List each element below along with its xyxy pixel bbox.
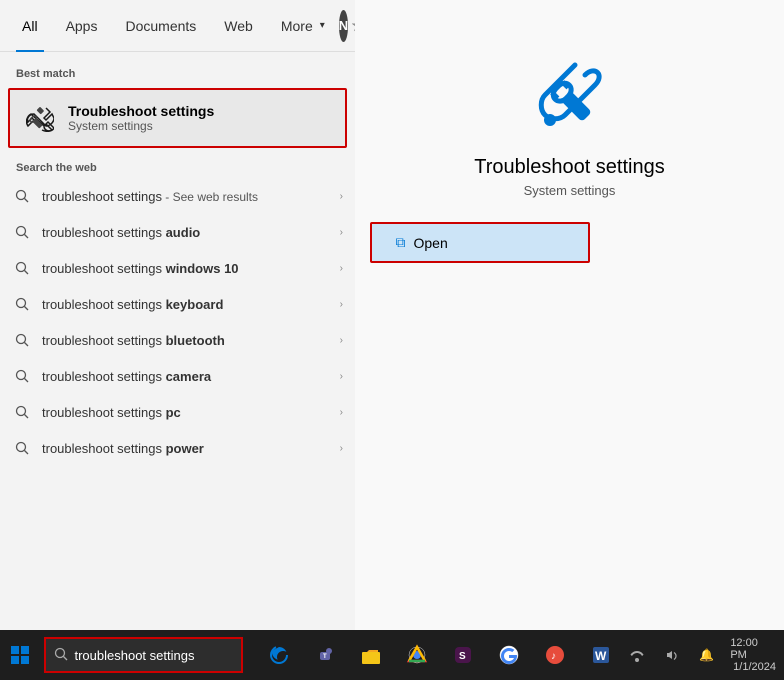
best-match-title: Troubleshoot settings — [68, 103, 214, 119]
word-icon[interactable]: W — [581, 635, 621, 675]
taskbar-search-text: troubleshoot settings — [74, 648, 194, 663]
search-item-pc[interactable]: troubleshoot settings pc › — [0, 394, 355, 430]
search-item-camera[interactable]: troubleshoot settings camera › — [0, 358, 355, 394]
network-tray-icon[interactable] — [621, 639, 652, 671]
open-window-icon: ⧉ — [396, 234, 406, 251]
slack-icon[interactable]: S — [443, 635, 483, 675]
search-item-text-7: troubleshoot settings power — [42, 441, 336, 456]
taskbar-search-icon — [54, 647, 68, 664]
chevron-icon-7: › — [340, 443, 343, 454]
search-item-text-6: troubleshoot settings pc — [42, 405, 336, 420]
notification-tray-icon[interactable]: 🔔 — [691, 639, 722, 671]
svg-text:♪: ♪ — [551, 651, 556, 662]
search-item-see-web[interactable]: troubleshoot settings - See web results … — [0, 178, 355, 214]
best-match-text: Troubleshoot settings System settings — [68, 103, 214, 133]
tab-more[interactable]: More ▾ — [267, 0, 339, 52]
search-item-text-5: troubleshoot settings camera — [42, 369, 336, 384]
best-match-subtitle: System settings — [68, 119, 214, 133]
system-tray: 🔔 12:00 PM 1/1/2024 — [621, 637, 776, 673]
open-button[interactable]: ⧉ Open — [370, 222, 590, 263]
search-item-windows10[interactable]: troubleshoot settings windows 10 › — [0, 250, 355, 286]
left-panel: All Apps Documents Web More ▾ N ··· ✕ Be… — [0, 0, 355, 630]
paint-icon[interactable]: ♪ — [535, 635, 575, 675]
search-icon-6 — [12, 402, 32, 422]
tab-web[interactable]: Web — [210, 0, 267, 52]
search-item-text-0: troubleshoot settings - See web results — [42, 189, 336, 204]
taskbar-search-box[interactable]: troubleshoot settings — [44, 637, 243, 673]
best-match-label: Best match — [0, 60, 355, 84]
right-panel-subtitle: System settings — [524, 183, 616, 198]
search-icon-7 — [12, 438, 32, 458]
chevron-icon-0: › — [340, 191, 343, 202]
search-item-audio[interactable]: troubleshoot settings audio › — [0, 214, 355, 250]
chevron-icon-5: › — [340, 371, 343, 382]
right-panel: Troubleshoot settings System settings ⧉ … — [355, 0, 784, 630]
clock-date[interactable]: 12:00 PM 1/1/2024 — [730, 637, 776, 673]
search-icon-0 — [12, 186, 32, 206]
svg-text:W: W — [595, 649, 607, 663]
chevron-icon-6: › — [340, 407, 343, 418]
start-button[interactable] — [4, 635, 36, 675]
left-content: Best match Troubleshoot settings — [0, 52, 355, 630]
google-icon[interactable] — [489, 635, 529, 675]
tabs-bar: All Apps Documents Web More ▾ N ··· ✕ — [0, 0, 355, 52]
teams-icon[interactable]: T — [305, 635, 345, 675]
search-item-text-4: troubleshoot settings bluetooth — [42, 333, 336, 348]
chevron-icon-2: › — [340, 263, 343, 274]
chevron-down-icon: ▾ — [320, 20, 325, 31]
chevron-icon-4: › — [340, 335, 343, 346]
search-icon-2 — [12, 258, 32, 278]
tab-apps[interactable]: Apps — [52, 0, 112, 52]
open-label: Open — [414, 235, 448, 251]
right-panel-icon — [530, 60, 610, 140]
search-item-text-3: troubleshoot settings keyboard — [42, 297, 336, 312]
search-item-text-1: troubleshoot settings audio — [42, 225, 336, 240]
taskbar-icons: T S — [259, 635, 621, 675]
best-match-item[interactable]: Troubleshoot settings System settings — [8, 88, 347, 148]
search-item-keyboard[interactable]: troubleshoot settings keyboard › — [0, 286, 355, 322]
edge-icon[interactable] — [259, 635, 299, 675]
right-panel-title: Troubleshoot settings — [474, 156, 664, 179]
search-item-bluetooth[interactable]: troubleshoot settings bluetooth › — [0, 322, 355, 358]
taskbar: troubleshoot settings T — [0, 630, 784, 680]
chevron-icon-3: › — [340, 299, 343, 310]
chrome-icon[interactable] — [397, 635, 437, 675]
file-explorer-icon[interactable] — [351, 635, 391, 675]
tab-all[interactable]: All — [8, 0, 52, 52]
svg-text:S: S — [459, 651, 466, 662]
chevron-icon-1: › — [340, 227, 343, 238]
search-icon-3 — [12, 294, 32, 314]
search-item-power[interactable]: troubleshoot settings power › — [0, 430, 355, 466]
troubleshoot-icon — [22, 100, 58, 136]
search-icon-5 — [12, 366, 32, 386]
tab-documents[interactable]: Documents — [111, 0, 210, 52]
search-icon-1 — [12, 222, 32, 242]
user-avatar[interactable]: N — [339, 10, 348, 42]
search-item-text-2: troubleshoot settings windows 10 — [42, 261, 336, 276]
volume-tray-icon[interactable] — [656, 639, 687, 671]
open-btn-wrap: ⧉ Open — [370, 222, 770, 263]
web-section-label: Search the web — [0, 152, 355, 178]
search-icon-4 — [12, 330, 32, 350]
svg-text:T: T — [323, 654, 327, 660]
search-menu: All Apps Documents Web More ▾ N ··· ✕ Be… — [0, 0, 784, 630]
